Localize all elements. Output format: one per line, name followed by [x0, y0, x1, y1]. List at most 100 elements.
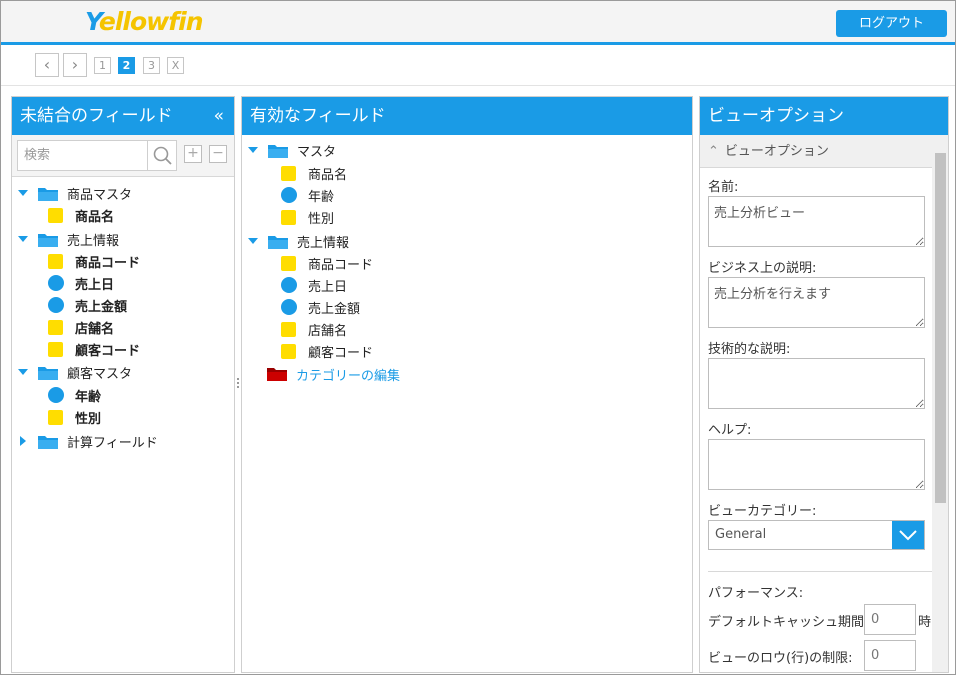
- collapse-left-icon[interactable]: «: [214, 97, 224, 135]
- dimension-icon: [281, 255, 296, 271]
- folder-icon: [38, 187, 58, 201]
- folder-label: 商品マスタ: [67, 187, 133, 203]
- chevron-up-icon[interactable]: ⌃: [708, 144, 719, 159]
- technical-description-field[interactable]: [708, 358, 925, 409]
- field-item[interactable]: 売上金額: [281, 296, 360, 318]
- expanded-arrow-icon[interactable]: [248, 147, 258, 153]
- field-item[interactable]: 顧客コード: [48, 338, 140, 360]
- help-field[interactable]: [708, 439, 925, 490]
- help-label: ヘルプ:: [708, 423, 752, 438]
- field-item[interactable]: 売上金額: [48, 294, 127, 316]
- field-label: 商品コード: [308, 257, 374, 273]
- expanded-arrow-icon[interactable]: [18, 190, 28, 196]
- search-input[interactable]: [17, 140, 147, 171]
- scrollbar-thumb[interactable]: [935, 153, 946, 503]
- dimension-icon: [48, 319, 63, 335]
- metric-icon: [48, 297, 64, 313]
- cache-unit-label: 時: [918, 615, 932, 630]
- folder-product-master[interactable]: 商品マスタ: [18, 182, 132, 204]
- expanded-arrow-icon[interactable]: [18, 369, 28, 375]
- back-arrow-icon[interactable]: ‹: [35, 53, 59, 77]
- field-label: 売上日: [75, 277, 115, 293]
- collapse-all-icon[interactable]: −: [209, 145, 227, 163]
- field-item[interactable]: 性別: [281, 206, 334, 228]
- name-field[interactable]: 売上分析ビュー: [708, 196, 925, 247]
- search-icon[interactable]: [147, 140, 177, 171]
- row-limit-label: ビューのロウ(行)の制限:: [708, 651, 853, 666]
- step-2[interactable]: 2: [118, 57, 135, 74]
- view-category-select[interactable]: General: [708, 520, 925, 550]
- active-fields-panel: 有効なフィールド マスタ 商品名 年齢 性別 売上情報 商品コード 売上日 売上…: [241, 96, 693, 673]
- view-category-value: General: [715, 527, 767, 542]
- folder-sales-info[interactable]: 売上情報: [248, 230, 349, 252]
- panel-title: 未結合のフィールド «: [12, 97, 234, 135]
- dimension-icon: [48, 207, 63, 223]
- folder-customer-master[interactable]: 顧客マスタ: [18, 361, 132, 383]
- business-description-field[interactable]: 売上分析を行えます: [708, 277, 925, 328]
- step-close[interactable]: X: [167, 57, 184, 74]
- folder-calc-fields[interactable]: 計算フィールド: [18, 430, 158, 452]
- field-label: 売上日: [308, 279, 348, 295]
- business-description-label: ビジネス上の説明:: [708, 261, 817, 276]
- dimension-icon: [48, 341, 63, 357]
- field-label: 年齢: [75, 389, 102, 405]
- panel-splitter[interactable]: [237, 376, 240, 392]
- logo-letter: Y: [85, 7, 100, 36]
- folder-label: 売上情報: [297, 235, 350, 251]
- step-1[interactable]: 1: [94, 57, 111, 74]
- edit-category-link[interactable]: カテゴリーの編集: [266, 363, 400, 385]
- metric-icon: [48, 275, 64, 291]
- field-item[interactable]: 売上日: [281, 274, 347, 296]
- expand-all-icon[interactable]: +: [184, 145, 202, 163]
- yellowfin-logo: Yellowfin: [85, 7, 203, 36]
- unjoined-fields-title: 未結合のフィールド: [20, 106, 173, 126]
- performance-label: パフォーマンス:: [708, 586, 804, 601]
- field-label: 商品名: [75, 209, 115, 225]
- expanded-arrow-icon[interactable]: [248, 238, 258, 244]
- folder-icon: [38, 366, 58, 380]
- field-item[interactable]: 売上日: [48, 272, 114, 294]
- panel-title: 有効なフィールド: [242, 97, 692, 135]
- field-item[interactable]: 性別: [48, 406, 101, 428]
- field-label: 性別: [308, 211, 335, 227]
- cache-period-input[interactable]: 0: [864, 604, 916, 635]
- field-item[interactable]: 商品名: [48, 204, 114, 226]
- field-label: 売上金額: [75, 299, 128, 315]
- technical-description-label: 技術的な説明:: [708, 342, 791, 357]
- field-item[interactable]: 店舗名: [48, 316, 114, 338]
- row-limit-input[interactable]: 0: [864, 640, 916, 671]
- view-category-label: ビューカテゴリー:: [708, 504, 817, 519]
- red-folder-icon: [267, 368, 287, 381]
- folder-icon: [268, 235, 288, 249]
- field-item[interactable]: 商品名: [281, 162, 347, 184]
- metric-icon: [281, 299, 297, 315]
- step-3[interactable]: 3: [143, 57, 160, 74]
- edit-category-label[interactable]: カテゴリーの編集: [296, 365, 400, 384]
- active-fields-title: 有効なフィールド: [250, 106, 386, 126]
- folder-sales-info[interactable]: 売上情報: [18, 228, 119, 250]
- dimension-icon: [48, 409, 63, 425]
- view-options-panel: ビューオプション ⌃ ビューオプション 名前: 売上分析ビュー ビジネス上の説明:…: [699, 96, 949, 673]
- field-label: 店舗名: [308, 323, 348, 339]
- field-item[interactable]: 年齢: [281, 184, 334, 206]
- cache-period-label: デフォルトキャッシュ期間:: [708, 615, 869, 630]
- view-options-section-header[interactable]: ⌃ ビューオプション: [700, 135, 932, 168]
- logout-button[interactable]: ログアウト: [836, 10, 947, 37]
- metric-icon: [281, 277, 297, 293]
- expanded-arrow-icon[interactable]: [18, 236, 28, 242]
- collapsed-arrow-icon[interactable]: [20, 436, 26, 446]
- folder-label: マスタ: [297, 144, 337, 160]
- field-item[interactable]: 顧客コード: [281, 340, 373, 362]
- dimension-icon: [281, 165, 296, 181]
- folder-label: 顧客マスタ: [67, 366, 133, 382]
- field-item[interactable]: 商品コード: [48, 250, 140, 272]
- chevron-down-icon[interactable]: [892, 521, 924, 549]
- forward-arrow-icon[interactable]: ›: [63, 53, 87, 77]
- panel-title: ビューオプション: [700, 97, 948, 135]
- field-item[interactable]: 商品コード: [281, 252, 373, 274]
- dimension-icon: [281, 343, 296, 359]
- field-item[interactable]: 年齢: [48, 384, 101, 406]
- folder-master[interactable]: マスタ: [248, 139, 336, 161]
- field-item[interactable]: 店舗名: [281, 318, 347, 340]
- scrollbar[interactable]: [932, 135, 948, 672]
